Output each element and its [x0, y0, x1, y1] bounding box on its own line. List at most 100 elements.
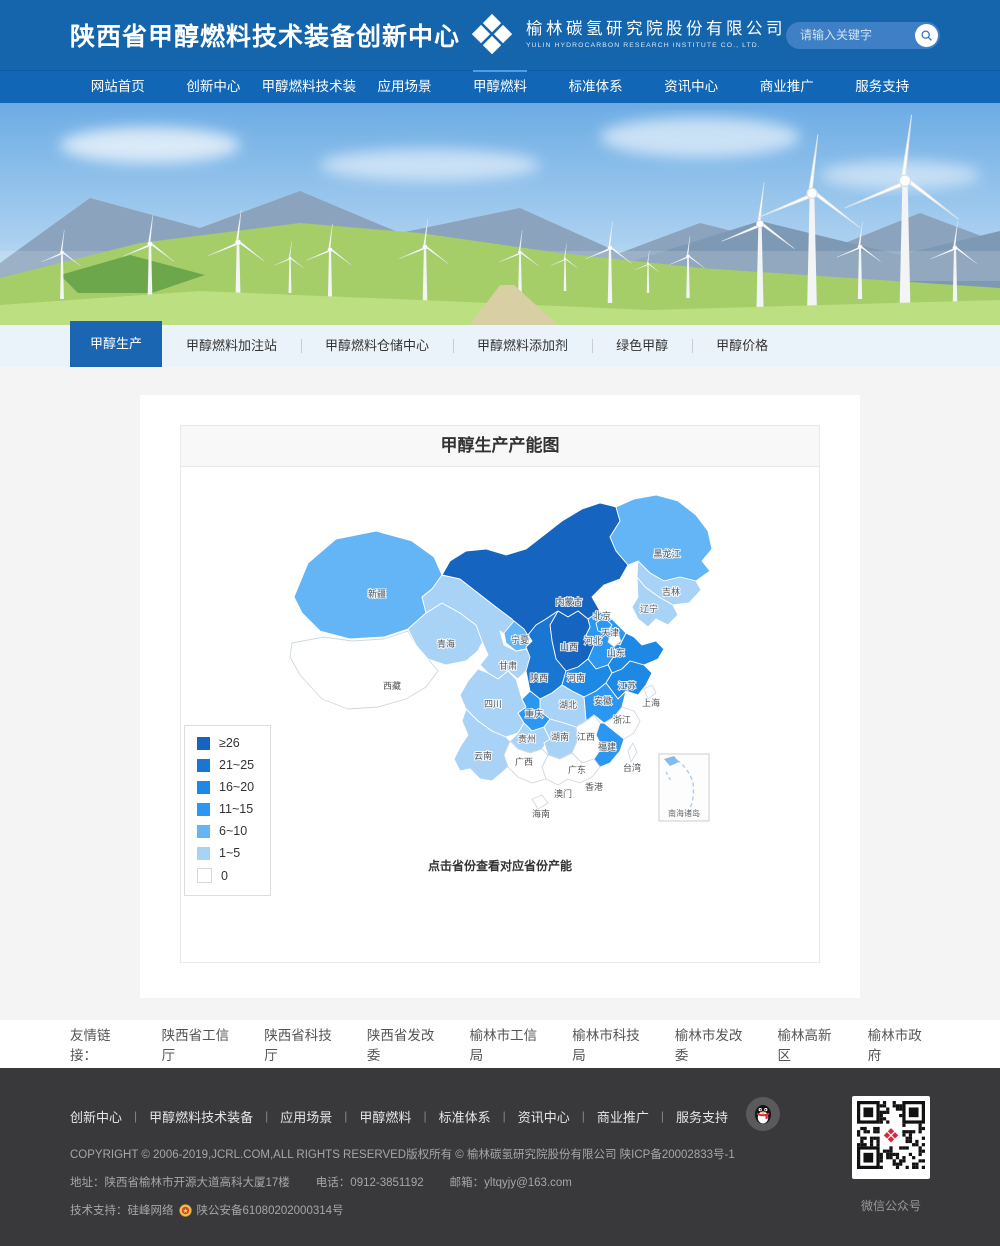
nav-item-8[interactable]: 服务支持 — [835, 70, 931, 103]
contact-line: 地址：陕西省榆林市开源大道高科大厦17楼 电话：0912-3851192 邮箱：… — [70, 1174, 930, 1190]
province-label-上海: 上海 — [642, 697, 660, 708]
legend-label: 1~5 — [219, 846, 240, 860]
footer-link-2[interactable]: 应用场景 — [280, 1107, 332, 1126]
province-label-澳门: 澳门 — [554, 788, 572, 799]
legend-swatch — [197, 825, 210, 838]
wind-farm-photo — [0, 103, 1000, 325]
legend-swatch — [197, 737, 210, 750]
search-button[interactable] — [915, 24, 938, 47]
province-label-云南: 云南 — [474, 750, 492, 761]
legend-swatch — [197, 868, 212, 883]
subnav-tab-3[interactable]: 甲醇燃料添加剂 — [453, 325, 592, 367]
site-footer: 创新中心|甲醇燃料技术装备|应用场景|甲醇燃料|标准体系|资讯中心|商业推广|服… — [0, 1068, 1000, 1246]
footer-link-1[interactable]: 甲醇燃料技术装备 — [149, 1107, 253, 1126]
main-content: 甲醇生产产能图 ≥2621~2516~2011~156~101~50 南海诸岛新… — [0, 367, 1000, 1020]
province-label-广西: 广西 — [515, 756, 533, 767]
province-label-江苏: 江苏 — [618, 680, 636, 691]
main-nav: 网站首页创新中心甲醇燃料技术装备应用场景甲醇燃料标准体系资讯中心商业推广服务支持 — [0, 70, 1000, 103]
site-header: 陕西省甲醇燃料技术装备创新中心 榆林碳氢研究院股份有限公司 YULIN HYDR… — [0, 0, 1000, 103]
footer-link-4[interactable]: 标准体系 — [439, 1107, 491, 1126]
inset-label: 南海诸岛 — [668, 808, 700, 818]
legend-label: 11~15 — [219, 802, 253, 816]
subnav-tab-4[interactable]: 绿色甲醇 — [592, 325, 692, 367]
legend-item: 6~10 — [197, 824, 254, 838]
legend-swatch — [197, 781, 210, 794]
company-logo-icon — [470, 13, 514, 57]
copyright-line: COPYRIGHT © 2006-2019,JCRL.COM,ALL RIGHT… — [70, 1146, 930, 1162]
friend-links-label: 友情链接： — [70, 1024, 134, 1064]
legend-item: 1~5 — [197, 846, 254, 860]
nav-item-2[interactable]: 甲醇燃料技术装备 — [261, 70, 357, 103]
province-label-陕西: 陕西 — [530, 672, 548, 683]
province-label-湖北: 湖北 — [559, 700, 577, 710]
legend-swatch — [197, 847, 210, 860]
nav-item-7[interactable]: 商业推广 — [739, 70, 835, 103]
china-capacity-map[interactable]: 南海诸岛新疆西藏青海甘肃内蒙古黑龙江吉林辽宁河北山西山东宁夏陕西河南江苏安徽上海… — [280, 493, 720, 843]
province-label-宁夏: 宁夏 — [511, 634, 529, 645]
wechat-qr-label: 微信公众号 — [852, 1197, 930, 1214]
footer-link-0[interactable]: 创新中心 — [70, 1107, 122, 1126]
province-台湾[interactable] — [628, 743, 637, 762]
footer-link-7[interactable]: 服务支持 — [676, 1107, 728, 1126]
subnav-tab-1[interactable]: 甲醇燃料加注站 — [162, 325, 301, 367]
map-legend: ≥2621~2516~2011~156~101~50 — [184, 725, 271, 896]
friend-link-6[interactable]: 榆林高新区 — [778, 1024, 840, 1064]
footer-separator: | — [344, 1109, 347, 1123]
province-label-香港: 香港 — [585, 781, 603, 792]
footer-separator: | — [661, 1109, 664, 1123]
friend-link-3[interactable]: 榆林市工信局 — [470, 1024, 545, 1064]
map-panel-header: 甲醇生产产能图 — [181, 426, 819, 467]
legend-item: 16~20 — [197, 780, 254, 794]
company-name: 榆林碳氢研究院股份有限公司 — [526, 19, 786, 40]
friend-link-4[interactable]: 榆林市科技局 — [572, 1024, 647, 1064]
province-上海[interactable] — [644, 685, 656, 699]
friend-link-7[interactable]: 榆林市政府 — [868, 1024, 930, 1064]
legend-item: 11~15 — [197, 802, 254, 816]
province-label-天津: 天津 — [601, 628, 619, 638]
subnav-tab-5[interactable]: 甲醇价格 — [692, 325, 792, 367]
footer-link-3[interactable]: 甲醇燃料 — [359, 1107, 411, 1126]
province-label-北京: 北京 — [593, 610, 611, 621]
content-card: 甲醇生产产能图 ≥2621~2516~2011~156~101~50 南海诸岛新… — [140, 395, 860, 998]
friend-link-5[interactable]: 榆林市发改委 — [675, 1024, 750, 1064]
province-label-广东: 广东 — [568, 764, 586, 775]
legend-swatch — [197, 759, 210, 772]
nav-item-6[interactable]: 资讯中心 — [643, 70, 739, 103]
footer-link-5[interactable]: 资讯中心 — [518, 1107, 570, 1126]
province-label-黑龙江: 黑龙江 — [653, 548, 680, 559]
qr-center-logo — [884, 1128, 899, 1143]
nav-item-1[interactable]: 创新中心 — [166, 70, 262, 103]
map-caption: 点击省份查看对应省份产能 — [181, 857, 819, 874]
nav-item-5[interactable]: 标准体系 — [548, 70, 644, 103]
wechat-qr-code — [852, 1096, 930, 1179]
province-label-海南: 海南 — [532, 808, 550, 819]
nav-item-0[interactable]: 网站首页 — [70, 70, 166, 103]
subnav: 甲醇生产甲醇燃料加注站甲醇燃料仓储中心甲醇燃料添加剂绿色甲醇甲醇价格 — [0, 325, 1000, 367]
legend-item: 21~25 — [197, 758, 254, 772]
province-label-江西: 江西 — [577, 732, 595, 742]
legend-label: 16~20 — [219, 780, 254, 794]
province-label-辽宁: 辽宁 — [640, 603, 658, 614]
subnav-tab-0[interactable]: 甲醇生产 — [70, 321, 162, 367]
map-panel: 甲醇生产产能图 ≥2621~2516~2011~156~101~50 南海诸岛新… — [180, 425, 820, 963]
qq-icon[interactable] — [746, 1097, 780, 1136]
legend-label: 6~10 — [219, 824, 247, 838]
phone-text: 电话：0912-3851192 — [316, 1174, 424, 1190]
hero-banner — [0, 103, 1000, 325]
police-number-link[interactable]: 陕公安备61080202000314号 — [197, 1202, 344, 1218]
nav-item-3[interactable]: 应用场景 — [357, 70, 453, 103]
legend-label: 21~25 — [219, 758, 254, 772]
friend-link-0[interactable]: 陕西省工信厅 — [162, 1024, 237, 1064]
search-icon — [920, 29, 933, 42]
footer-link-6[interactable]: 商业推广 — [597, 1107, 649, 1126]
subnav-tab-2[interactable]: 甲醇燃料仓储中心 — [301, 325, 453, 367]
friend-link-2[interactable]: 陕西省发改委 — [367, 1024, 442, 1064]
friend-link-1[interactable]: 陕西省科技厅 — [264, 1024, 339, 1064]
province-label-山东: 山东 — [607, 647, 625, 658]
legend-item: ≥26 — [197, 736, 254, 750]
nav-item-4[interactable]: 甲醇燃料 — [452, 70, 548, 103]
province-海南[interactable] — [532, 795, 548, 809]
footer-separator: | — [423, 1109, 426, 1123]
province-label-湖南: 湖南 — [551, 731, 569, 742]
legend-swatch — [197, 803, 210, 816]
